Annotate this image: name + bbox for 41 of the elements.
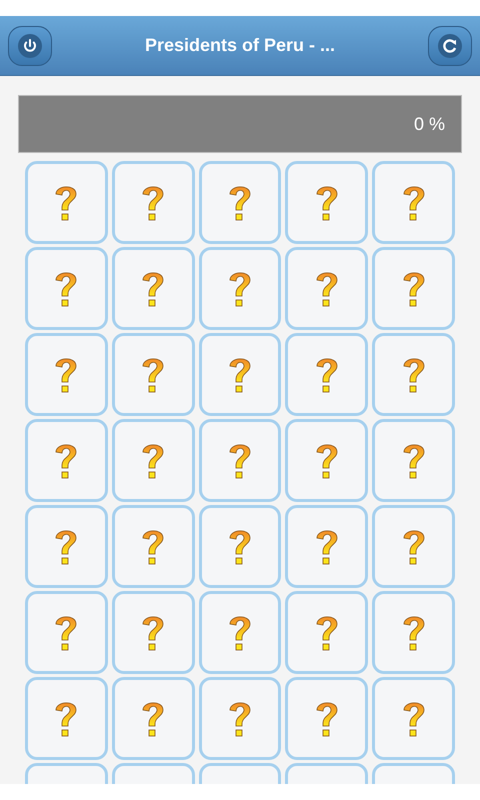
memory-card[interactable] [25,419,108,502]
progress-reading: 0 % [414,112,445,136]
memory-card[interactable] [285,333,368,416]
memory-card[interactable] [25,161,108,244]
memory-card[interactable] [112,591,195,674]
memory-card[interactable] [112,333,195,416]
memory-card[interactable] [112,247,195,330]
memory-card[interactable] [25,591,108,674]
memory-card[interactable] [112,677,195,760]
memory-card[interactable] [198,161,282,244]
power-icon [18,34,42,58]
memory-card[interactable] [25,505,108,588]
memory-card[interactable] [198,505,282,588]
memory-card[interactable] [25,677,108,760]
memory-card[interactable] [112,505,195,588]
memory-card[interactable] [372,161,455,244]
memory-card[interactable] [25,333,108,416]
refresh-icon [438,34,462,58]
memory-card[interactable] [372,505,455,588]
memory-card[interactable] [285,419,368,502]
memory-card[interactable] [372,333,455,416]
memory-card[interactable] [198,591,282,674]
memory-card[interactable] [112,419,195,502]
memory-card[interactable] [198,333,282,416]
memory-card[interactable] [198,677,282,760]
header-title: Presidents of Peru - ... [144,34,336,57]
memory-card[interactable] [372,591,455,674]
memory-card[interactable] [112,161,195,244]
memory-card[interactable] [198,419,282,502]
memory-card[interactable] [285,247,368,330]
memory-card[interactable] [198,247,282,330]
memory-card[interactable] [372,247,455,330]
power-button[interactable] [8,26,52,66]
memory-card[interactable] [285,505,368,588]
memory-card[interactable] [372,677,455,760]
memory-card[interactable] [372,419,455,502]
memory-card[interactable] [285,161,368,244]
refresh-button[interactable] [428,26,472,66]
memory-card[interactable] [285,677,368,760]
memory-card[interactable] [285,591,368,674]
memory-card[interactable] [25,247,108,330]
